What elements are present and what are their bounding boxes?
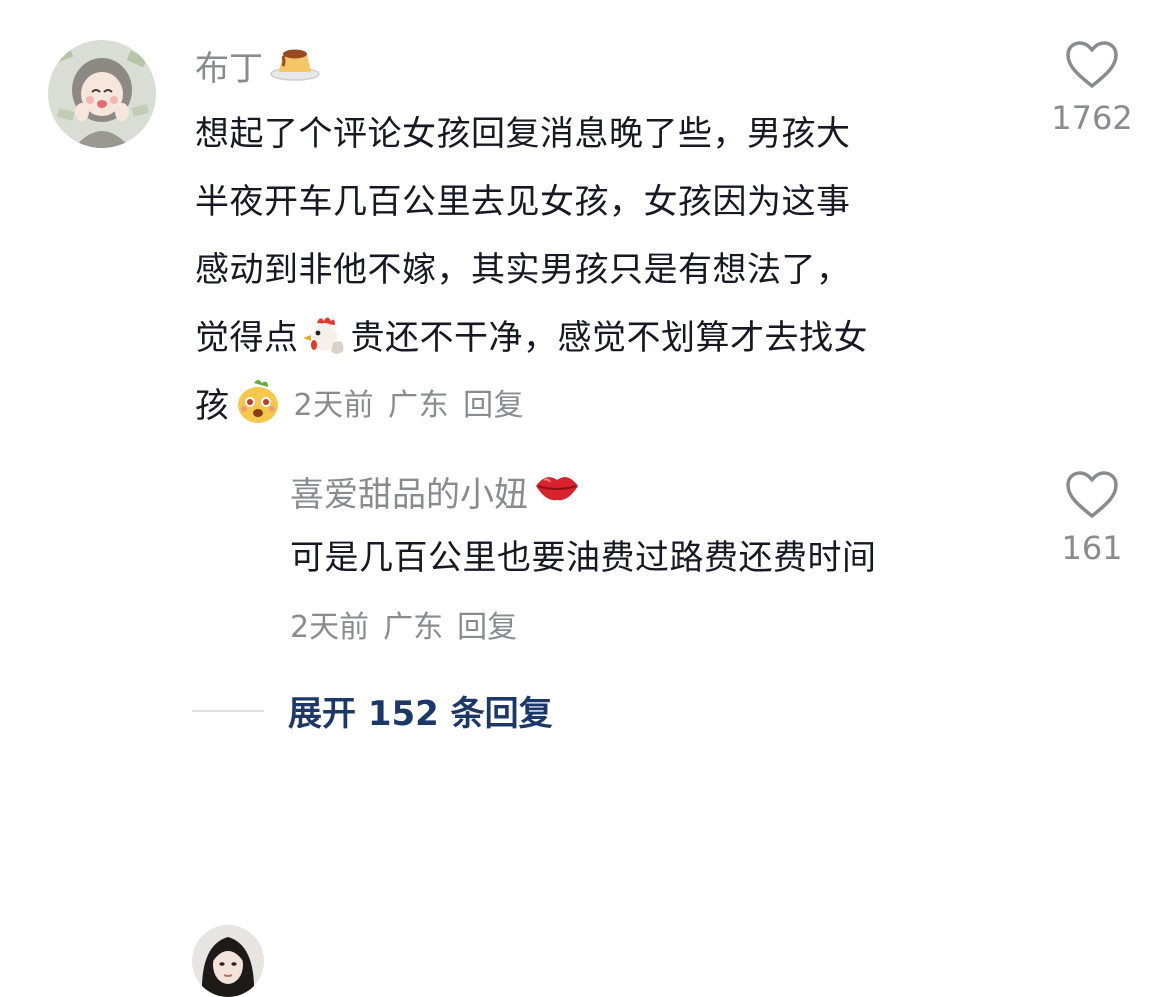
avatar-image [192,925,264,997]
reply-username[interactable]: 喜爱甜品的小妞 [290,470,580,520]
avatar-image [48,40,156,148]
kiss-lips-emoji [534,470,580,520]
reply-button[interactable]: 回复 [463,372,524,440]
rooster-emoji [302,312,347,380]
heart-icon [1066,471,1118,518]
like-count: 1762 [1051,99,1133,137]
reply-text: 可是几百公里也要油费过路费还费时间 [290,524,1030,592]
comment-line-segment: 孩 [195,386,230,426]
heart-icon [1066,41,1118,88]
custard-pudding-emoji [269,42,321,96]
comment-line: 想起了个评论女孩回复消息晚了些，男孩大 [195,114,851,154]
comment-line-segment: 贵还不干净，感觉不划算才去找女 [350,318,868,358]
comment-line: 半夜开车几百公里去见女孩，女孩因为这事 [195,182,851,222]
like-button[interactable]: 161 [1050,470,1134,570]
reply-button[interactable]: 回复 [457,600,517,656]
like-button[interactable]: 1762 [1050,40,1134,140]
comment-line-segment: 觉得点 [195,318,299,358]
comment-text: 想起了个评论女孩回复消息晚了些，男孩大 半夜开车几百公里去见女孩，女孩因为这事 … [195,100,1015,440]
comment-line: 感动到非他不嫁，其实男孩只是有想法了， [195,250,851,290]
divider-line [192,709,264,712]
comment-line: 孩 2天前 广东 回复 [195,372,1015,440]
reply-time: 2天前 [290,610,370,645]
expand-replies[interactable]: 展开 152 条回复 [192,686,553,735]
comment-line: 觉得点 贵还不干净，感觉不划算才去找女 [195,304,1015,372]
comment-item: 布丁 想起了个评论女孩回复消息晚了些，男孩大 半夜开车几百公里去见女孩，女孩因为… [0,0,1170,460]
comment-line: 可是几百公里也要油费过路费还费时间 [290,538,877,578]
avatar[interactable] [48,40,156,148]
reply-meta: 2天前 广东 回复 [290,600,517,656]
comment-location: 广东 [388,388,450,423]
avatar[interactable] [192,925,264,997]
like-count: 161 [1061,529,1123,567]
comment-username[interactable]: 布丁 [195,42,321,96]
comment-time: 2天前 [293,388,375,423]
cute-face-emoji [234,377,282,448]
reply-location: 广东 [383,610,444,645]
expand-replies-label[interactable]: 展开 152 条回复 [288,686,553,735]
reply-item: 喜爱甜品的小妞 可是几百公里也要油费过路费还费时间 2天前 广东 回复 161 [0,460,1170,997]
username-text: 布丁 [195,49,263,89]
username-text: 喜爱甜品的小妞 [290,475,528,515]
comment-meta: 2天前 广东 回复 [294,372,525,440]
